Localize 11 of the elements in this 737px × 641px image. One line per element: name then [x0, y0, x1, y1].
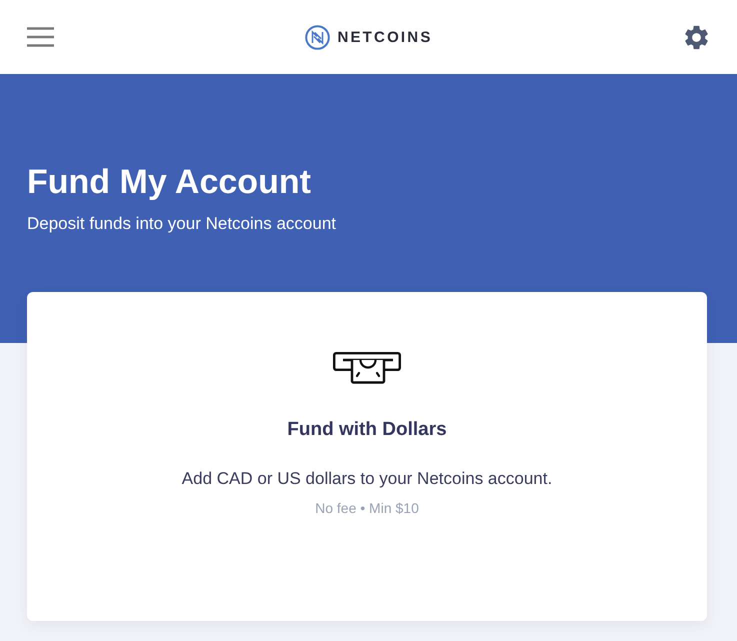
logo-text: NETCOINS: [337, 29, 433, 46]
page-title: Fund My Account: [27, 162, 312, 202]
menu-icon: [27, 27, 54, 47]
option-description: Add CAD or US dollars to your Netcoins account.: [182, 468, 552, 490]
option-title: Fund with Dollars: [287, 418, 447, 442]
option-details: No fee • Min $10: [315, 499, 419, 517]
fund-option-card[interactable]: Fund with Dollars Add CAD or US dollars to your Netcoins account. No fee • Min $10: [27, 292, 707, 621]
menu-button[interactable]: [27, 27, 54, 47]
coin-logo-icon: [305, 25, 330, 50]
page-subtitle: Deposit funds into your Netcoins account: [27, 213, 338, 235]
cash-slot-icon: [333, 352, 401, 384]
